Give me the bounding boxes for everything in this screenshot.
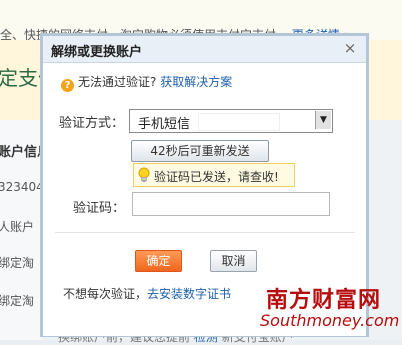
background-item-personal: 人账户 <box>0 220 35 234</box>
confirm-button[interactable]: 确定 <box>135 250 182 272</box>
method-label: 验证方式： <box>59 116 125 131</box>
install-certificate-link[interactable]: 去安装数字证书 <box>147 287 231 301</box>
divider <box>55 232 355 233</box>
background-item-bind-2: 绑定淘 <box>0 294 35 308</box>
method-value: 手机短信 <box>138 117 191 132</box>
background-item-account-id: 323404 <box>0 180 44 194</box>
watermark: 南方财富网 Southmoney.com <box>258 282 402 340</box>
chevron-down-icon[interactable]: ▼ <box>315 111 331 129</box>
code-input[interactable] <box>132 192 330 216</box>
warn-row: ? 无法通过验证? 获取解决方案 <box>61 73 232 92</box>
resend-button[interactable]: 42秒后可重新发送 <box>131 140 269 162</box>
certificate-row: 不想每次验证，去安装数字证书 <box>63 285 231 302</box>
sent-tip-text: 验证码已发送，请查收! <box>154 170 279 184</box>
cancel-button[interactable]: 取消 <box>210 250 257 272</box>
get-solution-link[interactable]: 获取解决方案 <box>160 75 232 89</box>
close-icon[interactable]: × <box>342 39 358 57</box>
dialog-title: 解绑或更换账户 <box>51 45 143 60</box>
lightbulb-icon <box>138 167 150 182</box>
method-select[interactable]: 手机短信 ▼ <box>129 109 333 133</box>
certificate-text: 不想每次验证， <box>63 287 148 301</box>
question-icon: ? <box>61 79 74 92</box>
phone-number-mask <box>198 113 280 131</box>
dialog-header: 解绑或更换账户 × <box>43 36 366 63</box>
watermark-logo-cn: 南方财富网 <box>266 288 382 313</box>
warn-text: 无法通过验证? <box>78 75 157 89</box>
watermark-logo-en: Southmoney.com <box>260 311 400 330</box>
background-item-bind-1: 绑定淘 <box>0 256 35 270</box>
code-label: 验证码： <box>73 201 126 216</box>
sent-tip: 验证码已发送，请查收! <box>133 163 295 187</box>
